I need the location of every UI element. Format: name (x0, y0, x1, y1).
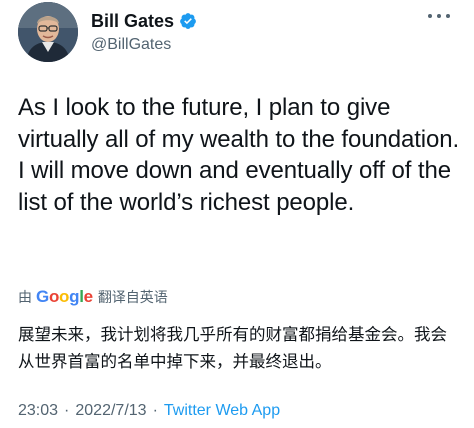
tweet-date[interactable]: 2022/7/13 (75, 402, 146, 420)
translated-text: 展望未来，我计划将我几乎所有的财富都捐给基金会。我会从世界首富的名单中掉下来，并… (18, 326, 447, 371)
tweet-time[interactable]: 23:03 (18, 402, 58, 420)
translated-by-label: 由 (18, 289, 32, 305)
avatar[interactable] (18, 2, 78, 62)
verified-badge-icon (180, 13, 196, 29)
dot (437, 14, 441, 18)
tweet-meta: 23:03 · 2022/7/13 · Twitter Web App (18, 400, 280, 422)
dot (428, 14, 432, 18)
tweet-header: Bill Gates @BillGates (18, 2, 468, 64)
google-logo-icon[interactable]: Google (36, 287, 93, 307)
meta-separator: · (152, 402, 158, 419)
translate-from-english-link[interactable]: 翻译自英语 (98, 287, 168, 307)
author-display-name[interactable]: Bill Gates (91, 11, 174, 32)
translation-attribution: 由 Google 翻译自英语 (18, 286, 168, 308)
name-row: Bill Gates (91, 9, 197, 33)
profile-photo-icon (18, 2, 78, 62)
tweet-source-link[interactable]: Twitter Web App (164, 402, 280, 420)
meta-separator: · (64, 402, 70, 419)
author-handle[interactable]: @BillGates (91, 36, 197, 54)
tweet-text: As I look to the future, I plan to give … (18, 94, 460, 216)
dot (446, 14, 450, 18)
author-names: Bill Gates @BillGates (91, 9, 197, 54)
more-options-icon[interactable] (428, 14, 450, 20)
